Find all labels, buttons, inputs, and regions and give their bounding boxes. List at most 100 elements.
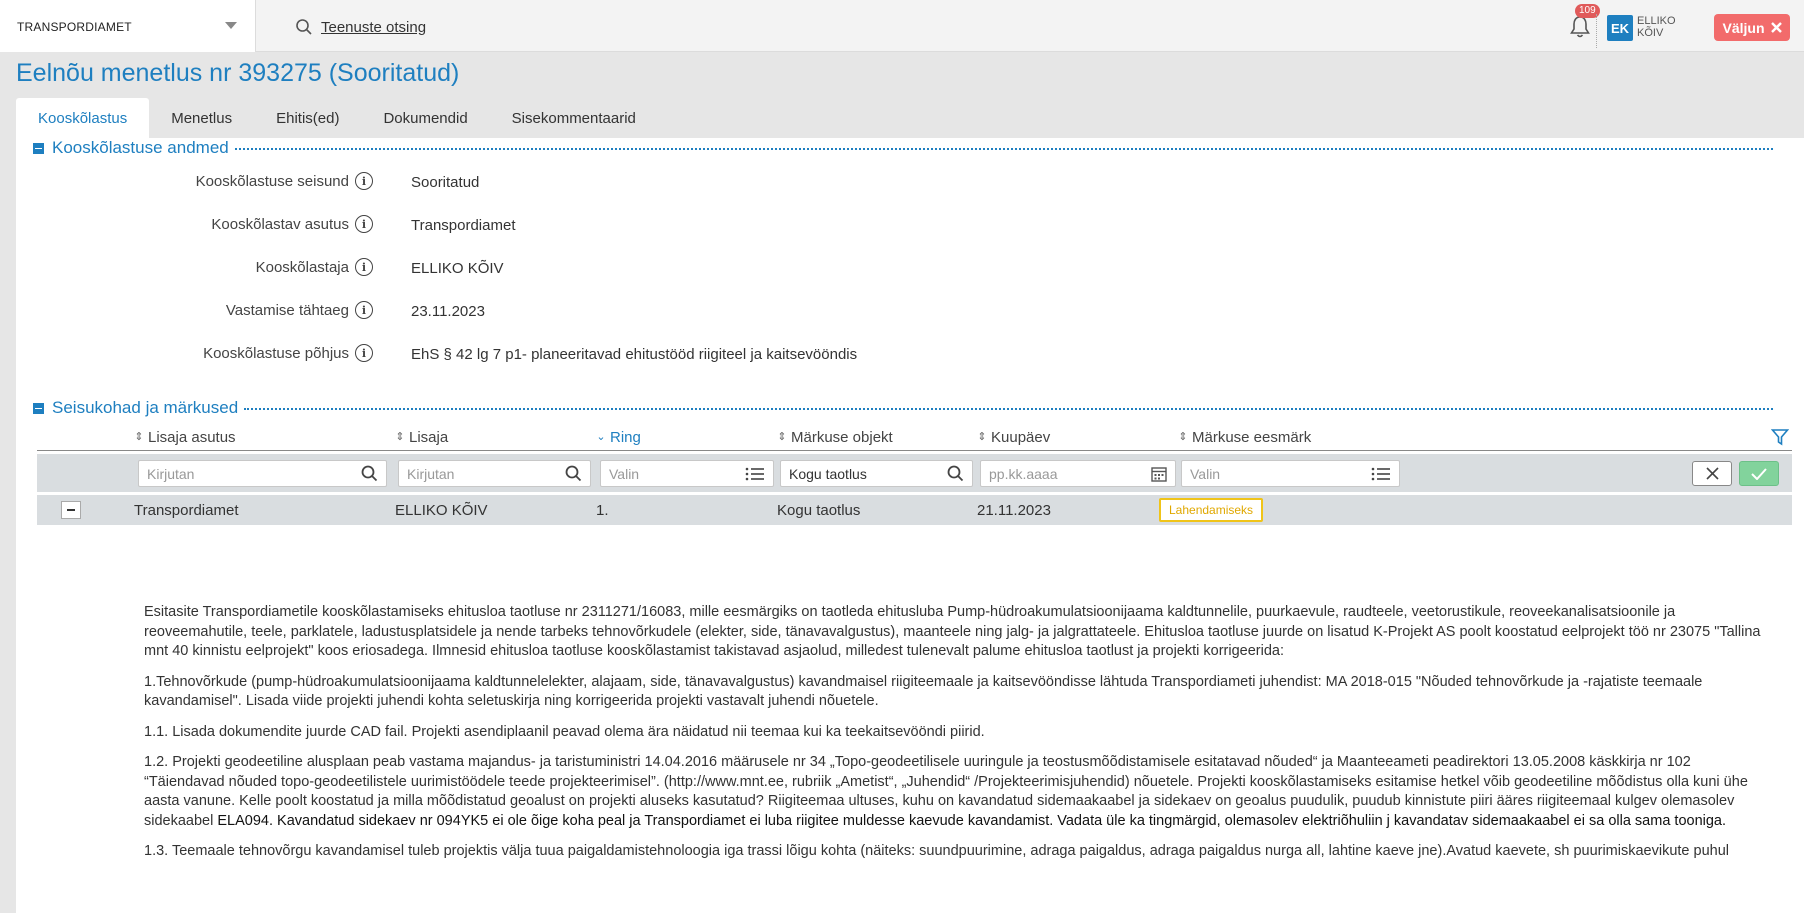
user-name[interactable]: ELLIKO KÕIV bbox=[1637, 15, 1687, 39]
section-divider bbox=[234, 148, 1773, 150]
tab-bar: Kooskõlastus Menetlus Ehitis(ed) Dokumen… bbox=[16, 98, 658, 138]
placeholder: Kirjutan bbox=[407, 465, 455, 482]
cell-ring: 1. bbox=[596, 502, 609, 519]
avatar[interactable]: EK bbox=[1607, 15, 1633, 41]
cell-lisaja: ELLIKO KÕIV bbox=[395, 502, 488, 519]
field-value: Transpordiamet bbox=[411, 217, 516, 234]
remark-paragraph: 1.3. Teemaale tehnovõrgu kavandamisel tu… bbox=[144, 843, 1729, 859]
list-icon bbox=[745, 467, 764, 480]
placeholder: Valin bbox=[1190, 465, 1221, 482]
field-asutus: Kooskõlastav asutus i Transpordiamet bbox=[16, 215, 1016, 237]
filter-lisaja-input[interactable]: Kirjutan bbox=[398, 460, 591, 487]
table-row[interactable]: Transpordiamet ELLIKO KÕIV 1. Kogu taotl… bbox=[37, 495, 1792, 525]
table-header: ⇕ Lisaja asutus ⇕ Lisaja ⌄ Ring ⇕ Märkuse ob… bbox=[37, 425, 1792, 451]
column-header-lisaja-asutus[interactable]: ⇕ Lisaja asutus bbox=[134, 429, 235, 446]
field-value: EhS § 42 lg 7 p1- planeeritavad ehitustö… bbox=[411, 346, 858, 363]
filter-markuse-objekt-input[interactable]: Kogu taotlus bbox=[780, 460, 973, 487]
service-search-label: Teenuste otsing bbox=[321, 18, 427, 36]
remark-paragraph: Esitasite Transpordiametile kooskõlastam… bbox=[144, 604, 1761, 659]
field-kooskolastaja: Kooskõlastaja i ELLIKO KÕIV bbox=[16, 258, 1016, 280]
sort-icon: ⇕ bbox=[777, 431, 787, 443]
field-label: Kooskõlastaja i bbox=[16, 258, 373, 276]
field-label: Kooskõlastuse seisund i bbox=[16, 172, 373, 190]
filter-ring-select[interactable]: Valin bbox=[600, 460, 774, 487]
filter-kuupaev-input[interactable]: pp.kk.aaaa bbox=[980, 460, 1176, 487]
info-icon[interactable]: i bbox=[355, 258, 373, 276]
search-icon bbox=[565, 465, 582, 482]
section-header-kooskolastuse-andmed[interactable]: Kooskõlastuse andmed bbox=[33, 138, 1773, 158]
user-name-line2: KÕIV bbox=[1637, 27, 1664, 39]
collapse-icon[interactable] bbox=[33, 402, 44, 414]
close-icon bbox=[1770, 22, 1782, 33]
top-bar: TRANSPORDIAMET Teenuste otsing 109 EK EL… bbox=[0, 0, 1804, 52]
logout-label: Väljun bbox=[1722, 19, 1765, 36]
remark-text-part: ELA094. Kavandatud sidekaev nr 094YK5 ei… bbox=[217, 812, 1727, 829]
remark-paragraph: 1.Tehnovõrkude (pump-hüdroakumulatsiooni… bbox=[144, 673, 1703, 710]
field-value: ELLIKO KÕIV bbox=[411, 260, 504, 277]
field-value: Sooritatud bbox=[411, 174, 480, 191]
info-icon[interactable]: i bbox=[355, 215, 373, 233]
info-icon[interactable]: i bbox=[355, 301, 373, 319]
search-icon bbox=[361, 465, 378, 482]
sort-icon: ⇕ bbox=[134, 431, 144, 443]
column-header-markuse-objekt[interactable]: ⇕ Märkuse objekt bbox=[777, 429, 892, 446]
collapse-icon[interactable] bbox=[33, 142, 44, 154]
column-header-ring[interactable]: ⌄ Ring bbox=[596, 429, 640, 446]
sort-icon: ⇕ bbox=[395, 431, 405, 443]
sort-icon: ⇕ bbox=[977, 431, 987, 443]
apply-filters-button[interactable] bbox=[1739, 461, 1779, 486]
search-icon bbox=[947, 465, 964, 482]
value: Kogu taotlus bbox=[789, 465, 867, 482]
info-icon[interactable]: i bbox=[355, 344, 373, 362]
placeholder: Valin bbox=[609, 465, 640, 482]
filter-row: Kirjutan Kirjutan Valin Kogu taotlus pp.… bbox=[37, 454, 1792, 492]
field-value: 23.11.2023 bbox=[411, 303, 485, 320]
content-panel: Kooskõlastuse andmed Kooskõlastuse seisu… bbox=[16, 138, 1804, 913]
page-title: Eelnõu menetlus nr 393275 (Sooritatud) bbox=[16, 59, 460, 87]
remark-text: Esitasite Transpordiametile kooskõlastam… bbox=[144, 603, 1774, 873]
field-label: Vastamise tähtaeg i bbox=[16, 301, 373, 319]
remark-paragraph: 1.1. Lisada dokumendite juurde CAD fail.… bbox=[144, 723, 985, 740]
tab-ehitised[interactable]: Ehitis(ed) bbox=[254, 98, 361, 138]
search-icon bbox=[296, 19, 312, 35]
section-header-seisukohad[interactable]: Seisukohad ja märkused bbox=[33, 398, 1773, 418]
divider bbox=[1596, 14, 1597, 48]
section-title: Kooskõlastuse andmed bbox=[52, 138, 229, 157]
tab-sisekommentaarid[interactable]: Sisekommentaarid bbox=[490, 98, 658, 138]
service-search-link[interactable]: Teenuste otsing bbox=[295, 16, 426, 38]
organization-select[interactable]: TRANSPORDIAMET bbox=[0, 0, 256, 52]
chevron-down-icon: ⌄ bbox=[596, 431, 606, 443]
user-name-line1: ELLIKO bbox=[1637, 15, 1676, 27]
tab-kooskolastus[interactable]: Kooskõlastus bbox=[16, 98, 150, 138]
organization-select-value: TRANSPORDIAMET bbox=[17, 20, 132, 34]
cell-lisaja-asutus: Transpordiamet bbox=[134, 502, 239, 519]
status-badge: Lahendamiseks bbox=[1159, 498, 1264, 522]
filter-markuse-eesmark-select[interactable]: Valin bbox=[1181, 460, 1400, 487]
column-header-kuupaev[interactable]: ⇕ Kuupäev bbox=[977, 429, 1050, 446]
filter-lisaja-asutus-input[interactable]: Kirjutan bbox=[138, 460, 387, 487]
list-icon bbox=[1371, 467, 1390, 480]
cell-markuse-objekt: Kogu taotlus bbox=[777, 502, 861, 519]
column-header-lisaja[interactable]: ⇕ Lisaja bbox=[395, 429, 448, 446]
tab-menetlus[interactable]: Menetlus bbox=[149, 98, 254, 138]
collapse-row-icon[interactable] bbox=[61, 501, 81, 519]
calendar-icon[interactable] bbox=[1151, 466, 1167, 482]
info-icon[interactable]: i bbox=[355, 172, 373, 190]
chevron-down-icon bbox=[225, 22, 237, 29]
logout-button[interactable]: Väljun bbox=[1714, 14, 1790, 41]
field-pohjus: Kooskõlastuse põhjus i EhS § 42 lg 7 p1- … bbox=[16, 344, 1016, 366]
close-icon bbox=[1705, 467, 1719, 480]
remark-paragraph: 1.2. Projekti geodeetiline alusplaan pea… bbox=[144, 753, 1774, 831]
placeholder: pp.kk.aaaa bbox=[989, 465, 1058, 482]
tab-dokumendid[interactable]: Dokumendid bbox=[361, 98, 489, 138]
cell-kuupaev: 21.11.2023 bbox=[977, 502, 1051, 519]
field-tahtaeg: Vastamise tähtaeg i 23.11.2023 bbox=[16, 301, 1016, 323]
section-divider bbox=[244, 408, 1773, 410]
sort-icon: ⇕ bbox=[1178, 431, 1188, 443]
section-title: Seisukohad ja märkused bbox=[52, 398, 239, 417]
field-seisund: Kooskõlastuse seisund i Sooritatud bbox=[16, 172, 1016, 194]
clear-filters-button[interactable] bbox=[1692, 461, 1732, 486]
check-icon bbox=[1751, 467, 1767, 480]
column-header-markuse-eesmark[interactable]: ⇕ Märkuse eesmärk bbox=[1178, 429, 1311, 446]
filter-icon[interactable] bbox=[1771, 428, 1789, 446]
